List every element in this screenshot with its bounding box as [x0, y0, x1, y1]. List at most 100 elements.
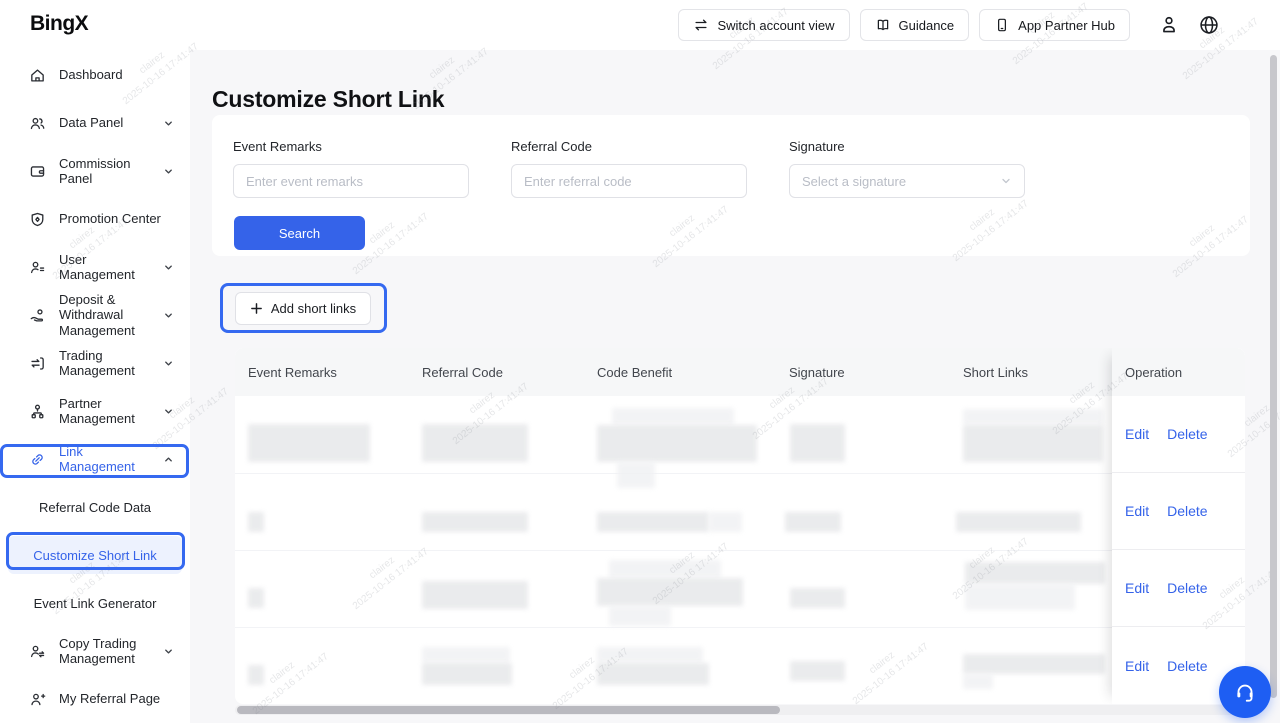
signature-field-group: Signature Select a signature: [789, 139, 1025, 198]
sidebar-item-partner-management[interactable]: Partner Management: [0, 387, 190, 435]
chevron-down-icon: [163, 166, 174, 177]
redacted-blob: [790, 588, 845, 608]
org-chart-icon: [28, 402, 46, 420]
redacted-blob: [965, 584, 1075, 610]
edit-link[interactable]: Edit: [1125, 580, 1149, 596]
bingx-logo: BingX: [30, 12, 88, 36]
table-row-operations: Edit Delete: [1112, 473, 1245, 550]
redacted-blob: [965, 562, 1105, 584]
plus-icon: [250, 302, 263, 315]
sidebar-item-trading-management[interactable]: Trading Management: [0, 339, 190, 387]
delete-link[interactable]: Delete: [1167, 426, 1207, 442]
chevron-up-icon: [163, 454, 174, 465]
signature-select[interactable]: Select a signature: [789, 164, 1025, 198]
chevron-down-icon: [163, 406, 174, 417]
app-partner-hub-button[interactable]: App Partner Hub: [979, 9, 1130, 41]
edit-link[interactable]: Edit: [1125, 503, 1149, 519]
edit-link[interactable]: Edit: [1125, 658, 1149, 674]
account-icon[interactable]: [1154, 9, 1184, 41]
table-row-operations: Edit Delete: [1112, 550, 1245, 627]
event-remarks-input[interactable]: [233, 164, 469, 198]
table-header-operation: Operation: [1112, 348, 1245, 396]
switch-arrows-icon: [693, 17, 709, 33]
language-globe-icon[interactable]: [1194, 9, 1224, 41]
redacted-blob: [597, 425, 757, 462]
customer-support-button[interactable]: [1219, 666, 1271, 718]
redacted-blob: [597, 647, 703, 663]
redacted-blob: [248, 512, 264, 532]
chain-link-icon: [28, 450, 46, 468]
hand-coin-icon: [28, 306, 46, 324]
guidance-button[interactable]: Guidance: [860, 9, 970, 41]
redacted-blob: [785, 512, 841, 532]
event-remarks-field-group: Event Remarks: [233, 139, 469, 198]
sidebar-subitem-event-link-generator[interactable]: Event Link Generator: [0, 579, 190, 627]
users-icon: [28, 114, 46, 132]
event-remarks-label: Event Remarks: [233, 139, 469, 154]
delete-link[interactable]: Delete: [1167, 658, 1207, 674]
top-bar-actions: Switch account view Guidance App Partner…: [678, 0, 1224, 50]
user-list-icon: [28, 258, 46, 276]
edit-link[interactable]: Edit: [1125, 426, 1149, 442]
switch-account-view-button[interactable]: Switch account view: [678, 9, 849, 41]
referral-code-field-group: Referral Code: [511, 139, 747, 198]
sidebar-item-deposit-withdrawal-management[interactable]: Deposit & Withdrawal Management: [0, 291, 190, 339]
chevron-down-icon: [1000, 175, 1012, 187]
delete-link[interactable]: Delete: [1167, 580, 1207, 596]
redacted-blob: [617, 462, 655, 488]
home-icon: [28, 66, 46, 84]
vertical-scrollbar-thumb[interactable]: [1270, 55, 1277, 698]
shield-icon: [28, 210, 46, 228]
horizontal-scrollbar-track[interactable]: [235, 705, 1245, 715]
delete-link[interactable]: Delete: [1167, 503, 1207, 519]
redacted-blob: [709, 512, 742, 532]
sidebar-item-dashboard[interactable]: Dashboard: [0, 51, 190, 99]
sidebar-item-data-panel[interactable]: Data Panel: [0, 99, 190, 147]
chevron-down-icon: [163, 646, 174, 657]
sidebar: Dashboard Data Panel Commission Panel Pr…: [0, 50, 190, 723]
redacted-blob: [248, 588, 264, 608]
add-short-links-button[interactable]: Add short links: [235, 292, 371, 325]
sidebar-item-link-management[interactable]: Link Management: [0, 435, 190, 483]
sidebar-item-user-management[interactable]: User Management: [0, 243, 190, 291]
search-button[interactable]: Search: [234, 216, 365, 250]
redacted-blob: [597, 578, 743, 606]
top-bar: BingX Switch account view Guidance App P…: [0, 0, 1280, 50]
sidebar-subitem-customize-short-link[interactable]: Customize Short Link: [8, 536, 182, 574]
redacted-blob: [790, 424, 845, 462]
short-links-table: Event Remarks Referral Code Code Benefit…: [235, 348, 1245, 704]
main-content: Customize Short Link Event Remarks Refer…: [190, 50, 1280, 723]
chevron-down-icon: [163, 262, 174, 273]
redacted-blob: [422, 424, 528, 462]
app-window: BingX Switch account view Guidance App P…: [0, 0, 1280, 723]
redacted-blob: [963, 654, 1105, 674]
referral-code-input[interactable]: [511, 164, 747, 198]
redacted-blob: [963, 425, 1103, 462]
sidebar-item-copy-trading-management[interactable]: Copy Trading Management: [0, 627, 190, 675]
redacted-blob: [790, 661, 845, 681]
trading-arrows-icon: [28, 354, 46, 372]
redacted-blob: [612, 408, 734, 425]
sidebar-item-promotion-center[interactable]: Promotion Center: [0, 195, 190, 243]
redacted-blob: [963, 409, 1103, 425]
referral-code-label: Referral Code: [511, 139, 747, 154]
headset-icon: [1233, 680, 1257, 704]
horizontal-scrollbar-thumb[interactable]: [237, 706, 780, 714]
table-redacted-layer: [235, 348, 1245, 704]
redacted-blob: [422, 647, 510, 663]
redacted-blob: [963, 674, 993, 689]
redacted-blob: [422, 581, 528, 609]
redacted-blob: [956, 512, 1081, 532]
redacted-blob: [248, 665, 264, 685]
redacted-blob: [609, 606, 671, 626]
signature-label: Signature: [789, 139, 1025, 154]
redacted-blob: [609, 560, 721, 578]
user-swap-icon: [28, 642, 46, 660]
sidebar-item-my-referral-page[interactable]: My Referral Page: [0, 675, 190, 723]
chevron-down-icon: [163, 358, 174, 369]
operation-column: Operation Edit Delete Edit Delete Edit D…: [1112, 348, 1245, 704]
redacted-blob: [597, 663, 709, 685]
mobile-phone-icon: [994, 17, 1010, 33]
sidebar-item-commission-panel[interactable]: Commission Panel: [0, 147, 190, 195]
sidebar-subitem-referral-code-data[interactable]: Referral Code Data: [0, 483, 190, 531]
